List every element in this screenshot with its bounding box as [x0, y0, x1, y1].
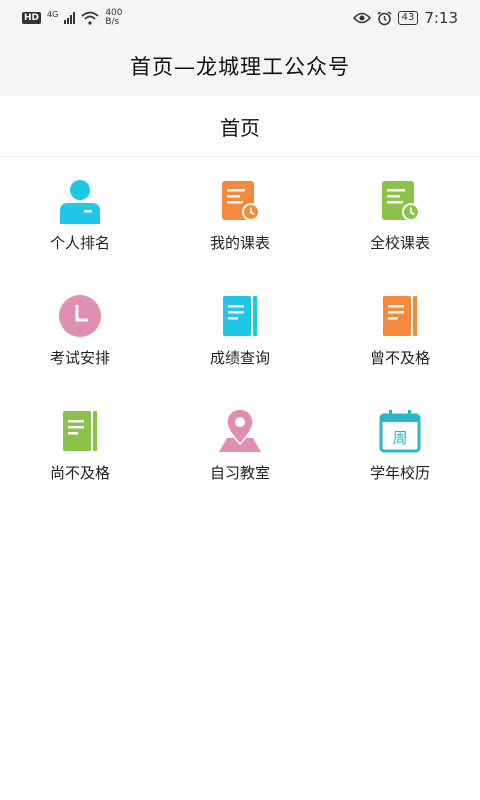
- menu-item-previously-failed[interactable]: 曾不及格: [320, 285, 480, 400]
- menu-item-label: 我的课表: [209, 234, 270, 252]
- menu-item-my-schedule[interactable]: 我的课表: [160, 170, 320, 285]
- menu-item-label: 曾不及格: [369, 349, 430, 367]
- schedule-clock-icon: [377, 178, 423, 224]
- menu-grid: 个人排名 我的课表 全校课表 考试安排 成绩查询 曾不及格 尚不及格 自习教室 …: [0, 170, 480, 515]
- net-speed-unit: B/s: [105, 17, 120, 27]
- notebook-icon: [57, 408, 103, 454]
- app-header: 首页—龙城理工公众号: [0, 36, 480, 96]
- calendar-icon: 周: [377, 408, 423, 454]
- wifi-icon: [81, 11, 99, 25]
- eye-icon: [352, 12, 371, 24]
- map-pin-icon: [217, 408, 263, 454]
- signal-bars-icon: [64, 12, 76, 24]
- schedule-clock-icon: [217, 178, 263, 224]
- calendar-glyph: 周: [392, 429, 407, 447]
- menu-item-label: 学年校历: [369, 464, 430, 482]
- menu-item-label: 个人排名: [49, 234, 110, 252]
- menu-item-study-room[interactable]: 自习教室: [160, 400, 320, 515]
- menu-item-label: 尚不及格: [49, 464, 110, 482]
- menu-item-school-schedule[interactable]: 全校课表: [320, 170, 480, 285]
- clock-time: 7:13: [424, 9, 458, 27]
- menu-item-label: 成绩查询: [209, 349, 270, 367]
- menu-item-personal-ranking[interactable]: 个人排名: [0, 170, 160, 285]
- status-right: 43 7:13: [352, 9, 458, 27]
- menu-item-exam-arrangement[interactable]: 考试安排: [0, 285, 160, 400]
- menu-item-label: 全校课表: [369, 234, 430, 252]
- page-title-bar: 首页: [0, 96, 480, 157]
- menu-item-grade-query[interactable]: 成绩查询: [160, 285, 320, 400]
- person-icon: [57, 178, 103, 224]
- app-header-title: 首页—龙城理工公众号: [130, 55, 350, 79]
- menu-item-still-failed[interactable]: 尚不及格: [0, 400, 160, 515]
- menu-item-academic-calendar[interactable]: 周 学年校历: [320, 400, 480, 515]
- hd-badge: HD: [22, 12, 42, 24]
- network-type: 4G: [47, 9, 59, 19]
- battery-level: 43: [397, 11, 419, 25]
- menu-item-label: 自习教室: [209, 464, 270, 482]
- notebook-icon: [217, 293, 263, 339]
- net-speed: 400 B/s: [105, 9, 122, 27]
- alarm-icon: [377, 10, 392, 25]
- status-left: HD 4G 400 B/s: [22, 9, 123, 27]
- menu-item-label: 考试安排: [49, 349, 110, 367]
- status-bar: HD 4G 400 B/s 43 7:13: [0, 0, 480, 36]
- clock-icon: [57, 293, 103, 339]
- page-title: 首页: [220, 115, 260, 140]
- notebook-icon: [377, 293, 423, 339]
